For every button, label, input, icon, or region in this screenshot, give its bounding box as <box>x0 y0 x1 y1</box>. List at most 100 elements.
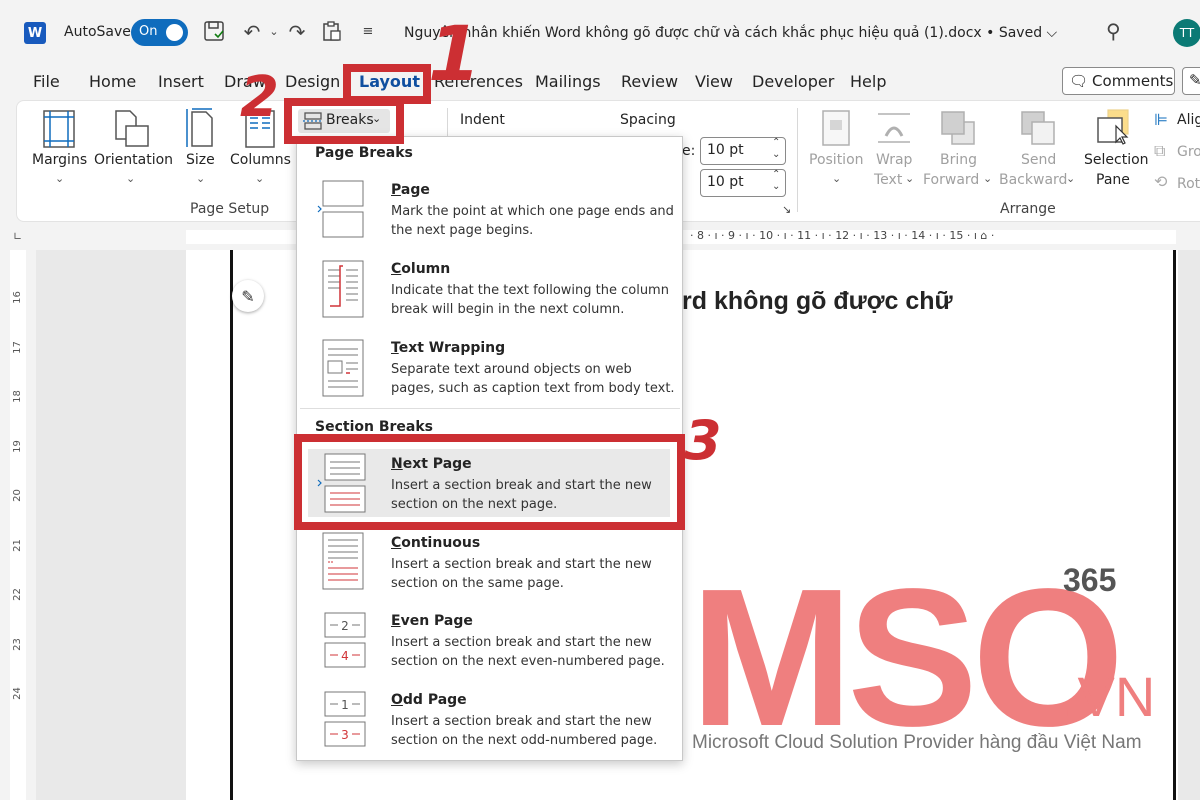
chevron-down-icon: ⌄ <box>832 172 842 185</box>
send-backward-button-line2: Backward <box>999 172 1068 188</box>
text-wrapping-icon <box>322 339 366 401</box>
page-break-icon <box>317 180 365 242</box>
chevron-down-icon: ⌄ <box>196 172 206 185</box>
wrap-text-icon <box>876 110 912 150</box>
vertical-ruler-number: 17 <box>11 340 23 354</box>
vertical-ruler-number: 18 <box>11 390 23 403</box>
annotation-step-1: 1 <box>428 9 481 98</box>
menu-item-title: Continuous <box>391 535 481 551</box>
rotate-icon: ⟲ <box>1154 172 1168 191</box>
watermark-logo: MSO <box>690 548 1124 767</box>
svg-text:1: 1 <box>341 698 349 712</box>
tab-review[interactable]: Review <box>621 72 678 91</box>
orientation-icon <box>114 110 150 152</box>
svg-text:3: 3 <box>341 728 349 742</box>
spin-arrows-icon[interactable]: ⌃ ⌄ <box>772 137 780 161</box>
chevron-down-icon: ⌄ <box>126 172 136 185</box>
column-break-icon <box>322 260 366 322</box>
ruler-white-area <box>10 250 26 800</box>
wrap-text-button: Wrap <box>876 152 913 168</box>
bring-forward-button-line2: Forward <box>923 172 980 188</box>
annotation-step-2: 2 <box>240 65 279 130</box>
designer-icon[interactable]: ✎ <box>232 280 264 312</box>
tab-mailings[interactable]: Mailings <box>535 72 601 91</box>
menu-item-title: Column <box>391 261 451 277</box>
vertical-ruler-number: 20 <box>11 489 23 502</box>
tab-design[interactable]: Design <box>285 72 340 91</box>
position-icon <box>822 110 850 150</box>
align-icon: ⊫ <box>1154 110 1168 129</box>
menu-item-desc: Separate text around objects on web page… <box>391 362 675 396</box>
chevron-down-icon: ⌄ <box>983 172 993 185</box>
redo-icon[interactable]: ↷ <box>285 20 309 44</box>
save-icon[interactable] <box>202 20 226 44</box>
menu-item-desc: Insert a section break and start the new… <box>391 714 658 748</box>
annotation-step-3: 3 <box>684 409 722 472</box>
tab-home[interactable]: Home <box>89 72 136 91</box>
menu-item-title: Even Page <box>391 613 473 629</box>
columns-button[interactable]: Columns <box>230 152 291 168</box>
clipboard-icon[interactable] <box>320 20 344 44</box>
menu-item-title: Text Wrapping <box>391 340 506 356</box>
pencil-icon: ✎ <box>1189 71 1200 89</box>
menu-item-title: Odd Page <box>391 692 467 708</box>
align-button[interactable]: Alig <box>1177 112 1200 128</box>
orientation-button[interactable]: Orientation <box>94 152 173 168</box>
spacing-after-value: 10 pt <box>707 174 744 190</box>
section-breaks-heading: Section Breaks <box>315 419 433 435</box>
dialog-launcher-icon[interactable]: ↘ <box>782 203 791 216</box>
indent-label: Indent <box>460 112 505 128</box>
menu-item-desc: Mark the point at which one page ends an… <box>391 204 674 238</box>
document-heading[interactable]: rd không gõ được chữ <box>682 287 953 316</box>
annotation-box-next-page <box>294 434 685 530</box>
document-title[interactable]: Nguyên nhân khiến Word không gõ được chữ… <box>404 25 1057 41</box>
svg-text:4: 4 <box>341 649 349 663</box>
word-app-icon: W <box>24 22 46 44</box>
undo-dropdown-icon[interactable]: ⌄ <box>262 20 286 44</box>
tab-insert[interactable]: Insert <box>158 72 204 91</box>
watermark-tagline: Microsoft Cloud Solution Provider hàng đ… <box>692 732 1142 753</box>
tab-view[interactable]: View <box>695 72 733 91</box>
position-button: Position <box>809 152 864 168</box>
odd-page-icon: 13 <box>322 691 368 753</box>
size-button[interactable]: Size <box>186 152 215 168</box>
vertical-ruler-number: 22 <box>11 588 23 601</box>
even-page-icon: 24 <box>322 612 368 674</box>
undo-icon[interactable]: ↶ <box>240 20 264 44</box>
search-icon[interactable]: ⚲ <box>1106 19 1121 43</box>
page-breaks-heading: Page Breaks <box>315 145 413 161</box>
chevron-down-icon: ⌄ <box>255 172 265 185</box>
comments-button[interactable]: 🗨 Comments <box>1062 67 1175 95</box>
customize-qat-icon[interactable]: ≡ <box>356 20 380 44</box>
tab-file[interactable]: File <box>33 72 60 91</box>
size-icon <box>183 108 215 152</box>
tab-selector-icon[interactable]: ∟ <box>13 230 22 243</box>
autosave-state: On <box>139 24 158 39</box>
tab-developer[interactable]: Developer <box>752 72 834 91</box>
wrap-text-button-line2: Text <box>874 172 903 188</box>
menu-item-desc: Indicate that the text following the col… <box>391 283 669 317</box>
vertical-ruler-number: 19 <box>11 439 23 453</box>
watermark-365: 365 <box>1063 562 1117 598</box>
ribbon-separator <box>797 108 798 212</box>
margins-button[interactable]: Margins <box>32 152 87 168</box>
spacing-label: Spacing <box>620 112 676 128</box>
editing-button[interactable]: ✎ <box>1182 67 1200 95</box>
send-backward-button: Send <box>1021 152 1057 168</box>
spin-arrows-icon[interactable]: ⌃ ⌄ <box>772 169 780 193</box>
menu-item-desc: Insert a section break and start the new… <box>391 557 652 591</box>
autosave-label: AutoSave <box>64 24 131 40</box>
watermark-suffix: .VN <box>1062 665 1156 728</box>
comment-icon: 🗨 <box>1069 72 1089 90</box>
autosave-knob <box>166 24 183 41</box>
spacing-before-value: 10 pt <box>707 142 744 158</box>
spacing-before-label: e: <box>682 143 696 159</box>
menu-separator <box>300 408 680 409</box>
svg-text:2: 2 <box>341 619 349 633</box>
vertical-ruler-number: 16 <box>11 291 23 304</box>
avatar[interactable]: TT <box>1173 19 1200 47</box>
annotation-box-breaks <box>284 98 404 144</box>
selection-pane-button[interactable]: Selection <box>1084 152 1149 168</box>
margins-icon <box>43 110 75 152</box>
tab-help[interactable]: Help <box>850 72 886 91</box>
